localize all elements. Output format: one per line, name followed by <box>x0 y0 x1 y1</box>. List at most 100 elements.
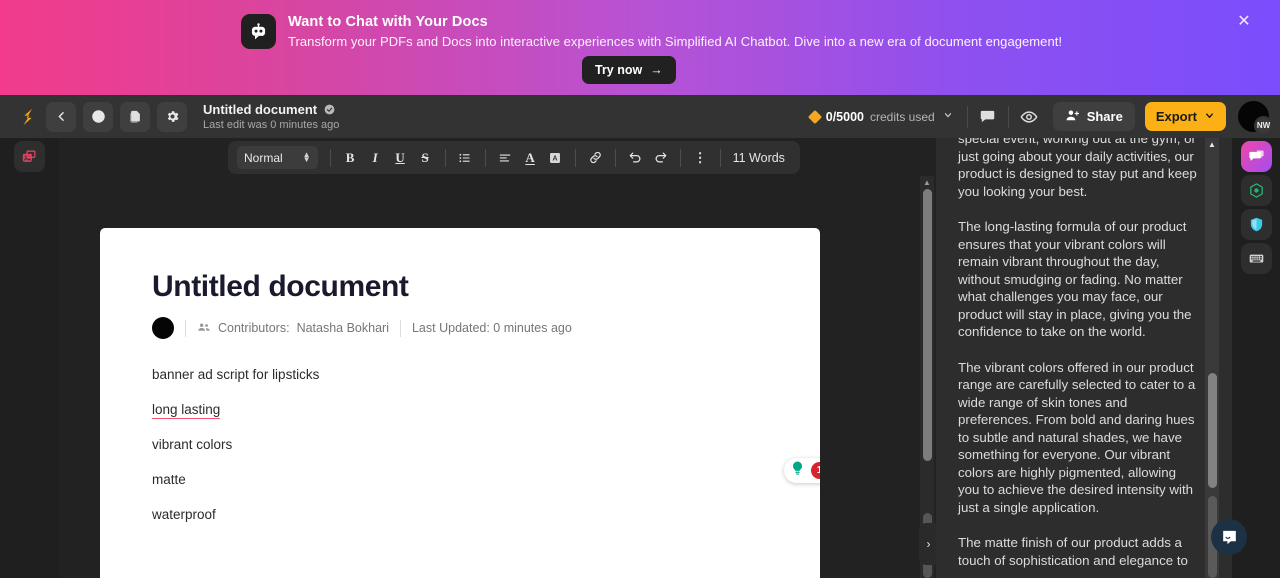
svg-text:A: A <box>553 155 558 162</box>
scrollbar-thumb[interactable] <box>1208 373 1217 488</box>
messenger-bubble-icon[interactable] <box>1211 519 1247 555</box>
editor-area: Normal ▲▼ B I U S A A ⋮ 1 <box>59 138 936 578</box>
document-page[interactable]: Untitled document Contributors: Natasha … <box>100 228 820 578</box>
document-title[interactable]: Untitled document <box>203 102 317 117</box>
text-color-icon[interactable]: A <box>519 146 542 170</box>
contributors-label: Contributors: <box>218 321 290 335</box>
document-meta: Untitled document Last edit was 0 minute… <box>203 102 339 131</box>
diamond-icon <box>808 109 822 123</box>
close-icon[interactable]: ✕ <box>1234 12 1254 32</box>
scroll-up-arrow-icon[interactable]: ▲ <box>920 176 934 189</box>
contributors-value: Natasha Bokhari <box>297 321 389 335</box>
ai-paragraph: The matte finish of our product adds a t… <box>958 534 1198 569</box>
try-now-button[interactable]: Try now → <box>582 56 676 84</box>
credits-indicator[interactable]: 0/5000 credits used <box>810 110 967 124</box>
stepper-arrows-icon: ▲▼ <box>303 153 311 163</box>
eye-icon[interactable] <box>1012 102 1046 132</box>
document-line-text: vibrant colors <box>152 437 232 452</box>
promo-title: Want to Chat with Your Docs <box>288 14 488 30</box>
ai-output-content[interactable]: special event, working out at the gym, o… <box>958 138 1198 578</box>
document-line-text-spellchecked: long lasting <box>152 402 220 419</box>
divider <box>400 320 401 337</box>
align-icon[interactable] <box>494 146 517 170</box>
document-line[interactable]: banner ad script for lipsticks <box>152 367 768 382</box>
right-rail <box>1232 138 1280 578</box>
document-line[interactable]: vibrant colors <box>152 437 768 452</box>
divider <box>1008 106 1009 128</box>
ai-paragraph: special event, working out at the gym, o… <box>958 138 1198 200</box>
divider <box>575 149 576 167</box>
ai-output-panel: special event, working out at the gym, o… <box>936 138 1280 578</box>
clock-icon[interactable] <box>83 102 113 132</box>
suggestion-count-badge: 1 <box>811 462 820 479</box>
duplicate-pages-icon[interactable] <box>120 102 150 132</box>
document-subline: Contributors: Natasha Bokhari Last Updat… <box>152 317 768 339</box>
divider <box>485 149 486 167</box>
back-button[interactable] <box>46 102 76 132</box>
strikethrough-button[interactable]: S <box>414 146 437 170</box>
paragraph-style-select[interactable]: Normal ▲▼ <box>237 146 318 169</box>
last-edit-text: Last edit was 0 minutes ago <box>203 119 339 131</box>
ai-panel-scrollbar[interactable]: ▲ <box>1205 138 1219 578</box>
promo-banner: Want to Chat with Your Docs Transform yo… <box>0 0 1280 95</box>
editor-scrollbar[interactable]: ▲ <box>920 176 934 578</box>
divider <box>967 106 968 128</box>
ai-paragraph: The long-lasting formula of our product … <box>958 218 1198 341</box>
simplified-logo[interactable] <box>17 106 39 128</box>
format-toolbar: Normal ▲▼ B I U S A A ⋮ 1 <box>228 141 800 174</box>
contributors: Contributors: Natasha Bokhari <box>197 320 389 337</box>
cloud-check-icon <box>323 103 336 116</box>
divider <box>615 149 616 167</box>
arrow-right-icon: → <box>650 63 663 77</box>
document-line-text: waterproof <box>152 507 216 522</box>
paragraph-style-value: Normal <box>244 151 283 165</box>
underline-button[interactable]: U <box>389 146 412 170</box>
divider <box>720 149 721 167</box>
document-line[interactable]: matte <box>152 472 768 487</box>
export-button[interactable]: Export <box>1145 102 1226 131</box>
add-person-icon <box>1065 108 1080 126</box>
share-label: Share <box>1087 109 1123 124</box>
share-button[interactable]: Share <box>1053 102 1135 131</box>
chevron-down-icon <box>943 110 953 123</box>
last-updated: Last Updated: 0 minutes ago <box>412 321 572 335</box>
contributors-icon <box>197 320 211 337</box>
bold-button[interactable]: B <box>339 146 362 170</box>
avatar[interactable]: NW <box>1238 101 1269 132</box>
ai-chat-icon[interactable] <box>1241 141 1272 172</box>
highlight-icon[interactable]: A <box>544 146 567 170</box>
chatbot-icon <box>241 14 276 49</box>
try-now-label: Try now <box>595 63 642 77</box>
more-options-icon[interactable]: ⋮ <box>689 146 712 170</box>
undo-icon[interactable] <box>624 146 647 170</box>
promo-subtitle: Transform your PDFs and Docs into intera… <box>288 34 1062 49</box>
left-rail <box>0 138 59 578</box>
divider <box>330 149 331 167</box>
page-title: Untitled document <box>152 270 768 304</box>
redo-icon[interactable] <box>649 146 672 170</box>
author-avatar <box>152 317 174 339</box>
lightbulb-icon <box>789 460 806 482</box>
media-library-icon[interactable] <box>14 141 45 172</box>
avatar-initials: NW <box>1254 116 1273 135</box>
link-icon[interactable] <box>584 146 607 170</box>
chevron-down-icon <box>1204 109 1215 124</box>
shield-icon[interactable] <box>1241 209 1272 240</box>
bullet-list-icon[interactable] <box>454 146 477 170</box>
grammar-suggestion-pill[interactable]: 1 <box>784 458 820 483</box>
hexagon-assets-icon[interactable] <box>1241 175 1272 206</box>
document-line[interactable]: waterproof <box>152 507 768 522</box>
gear-icon[interactable] <box>157 102 187 132</box>
top-app-bar: Untitled document Last edit was 0 minute… <box>0 95 1280 138</box>
divider <box>445 149 446 167</box>
keyboard-shortcuts-icon[interactable] <box>1241 243 1272 274</box>
divider <box>680 149 681 167</box>
topbar-right-group: 0/5000 credits used Share Export <box>810 95 1280 138</box>
scrollbar-thumb[interactable] <box>923 189 932 461</box>
scroll-up-arrow-icon[interactable]: ▲ <box>1205 138 1219 152</box>
document-line[interactable]: long lasting <box>152 402 768 417</box>
comment-icon[interactable] <box>971 102 1005 132</box>
italic-button[interactable]: I <box>364 146 387 170</box>
document-line-text: matte <box>152 472 186 487</box>
divider <box>185 320 186 337</box>
